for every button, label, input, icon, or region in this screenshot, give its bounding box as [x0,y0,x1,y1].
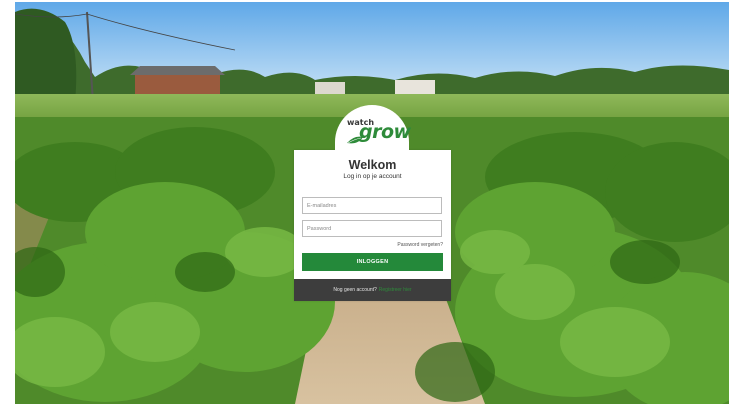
email-field[interactable] [302,197,442,214]
register-prompt: Nog geen account? [333,287,377,293]
leaf-icon [347,136,363,144]
login-button[interactable]: INLOGGEN [302,253,443,271]
logo-text-grow: grow [359,121,411,143]
login-title: Welkom [348,158,397,172]
password-field[interactable] [302,220,442,237]
register-link[interactable]: Registreer hier [379,287,412,293]
login-subtitle: Log in op je account [343,173,402,180]
forgot-password-link[interactable]: Password vergeten? [397,242,443,248]
register-footer: Nog geen account? Registreer hier [294,279,451,301]
